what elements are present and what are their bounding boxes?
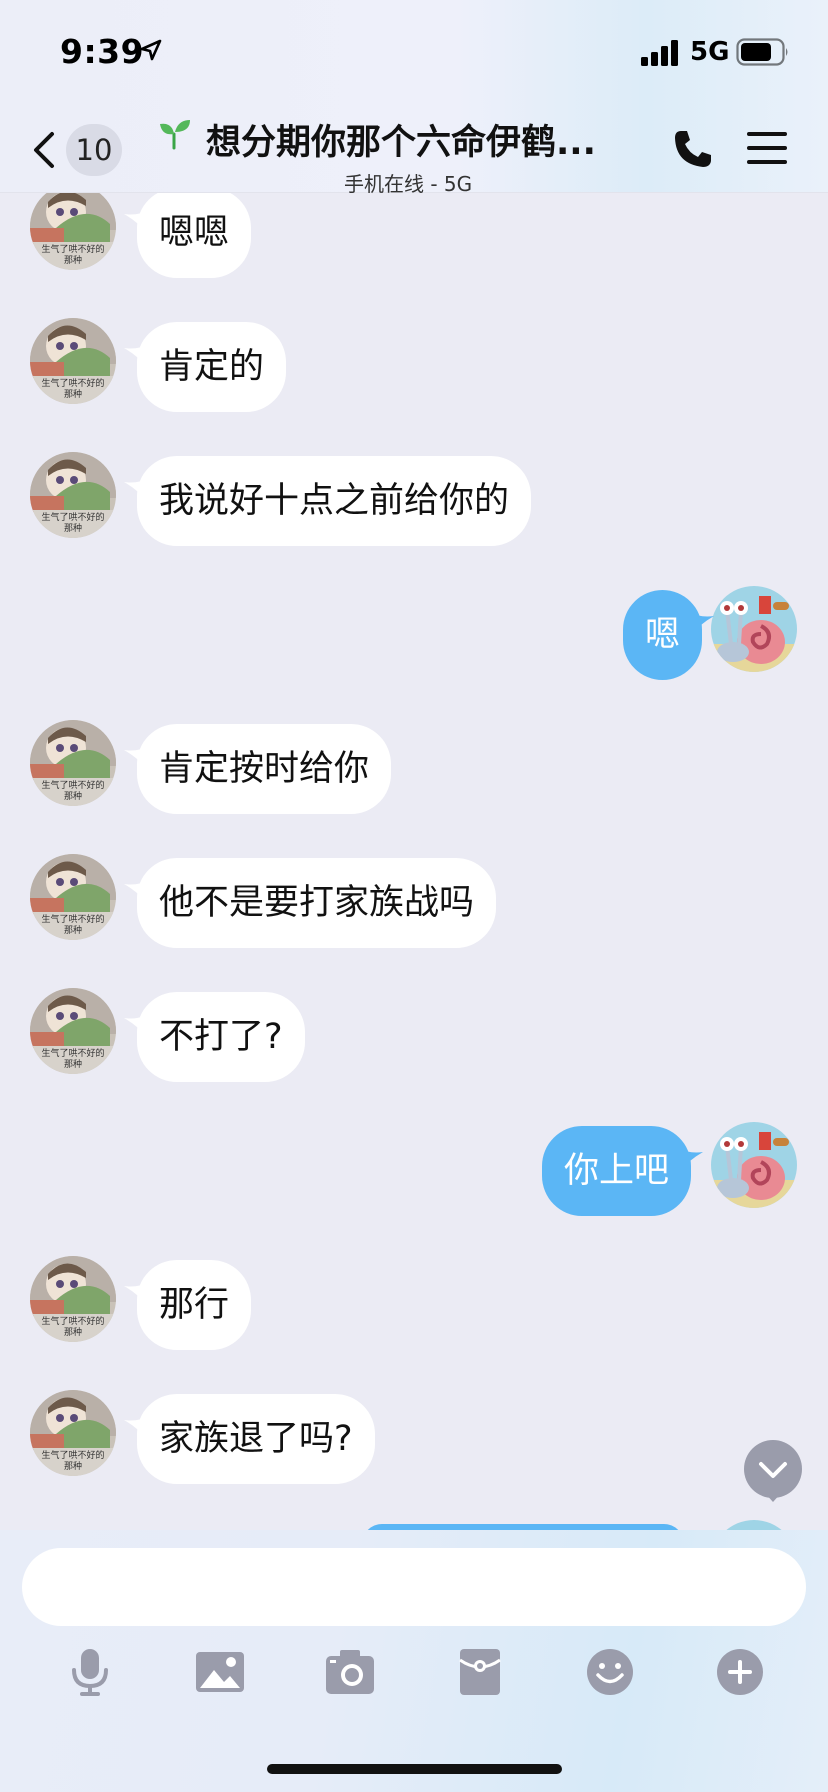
message-row: 嗯 bbox=[0, 586, 828, 682]
message-bubble[interactable]: 肯定按时给你 bbox=[137, 724, 392, 814]
message-row: 生气了哄不好的 那种 我说好十点之前给你的 bbox=[0, 452, 828, 548]
message-row: 生气了哄不好的 那种 他不是要打家族战吗 bbox=[0, 854, 828, 950]
bubble-tail bbox=[690, 612, 714, 636]
svg-text:那种: 那种 bbox=[64, 522, 82, 534]
chat-nav-bar: 10 想分期你那个六命伊鹤... 手机在线 - 5G bbox=[0, 100, 828, 196]
svg-text:那种: 那种 bbox=[64, 388, 82, 400]
svg-text:生气了哄不好的: 生气了哄不好的 bbox=[41, 779, 104, 791]
scroll-button-tail bbox=[764, 1492, 782, 1502]
location-arrow-icon bbox=[140, 39, 162, 61]
plus-icon[interactable] bbox=[714, 1646, 766, 1698]
message-bubble[interactable]: 肯定的 bbox=[137, 322, 287, 412]
network-type: 5G bbox=[690, 37, 730, 67]
svg-text:生气了哄不好的: 生气了哄不好的 bbox=[41, 511, 104, 523]
status-time: 9:39 bbox=[60, 32, 145, 71]
message-row: 生气了哄不好的 那种 嗯嗯 bbox=[0, 184, 828, 280]
message-row: 生气了哄不好的 那种 家族退了吗? bbox=[0, 1390, 828, 1486]
message-row: 生气了哄不好的 那种 肯定按时给你 bbox=[0, 720, 828, 816]
cellular-signal-icon bbox=[641, 40, 678, 66]
sprout-icon bbox=[160, 120, 190, 150]
message-bubble[interactable]: 家族退了吗? bbox=[137, 1394, 375, 1484]
svg-text:生气了哄不好的: 生气了哄不好的 bbox=[41, 1315, 104, 1327]
composer bbox=[0, 1530, 828, 1792]
chat-title-area[interactable]: 想分期你那个六命伊鹤... 手机在线 - 5G bbox=[158, 114, 658, 196]
message-row: 生气了哄不好的 那种 不打了? bbox=[0, 988, 828, 1084]
menu-icon[interactable] bbox=[745, 128, 789, 168]
phone-icon[interactable] bbox=[672, 128, 714, 170]
emoji-icon[interactable] bbox=[584, 1646, 636, 1698]
top-bar: 9:39 5G 10 想分期你那个六命伊鹤... 手机在线 - 5G bbox=[0, 0, 828, 196]
message-row: 生气了哄不好的 那种 那行 bbox=[0, 1256, 828, 1352]
battery-icon bbox=[736, 38, 788, 66]
image-icon[interactable] bbox=[194, 1646, 246, 1698]
my-avatar[interactable] bbox=[711, 586, 797, 672]
message-bubble[interactable]: 嗯嗯 bbox=[137, 188, 252, 278]
status-bar: 9:39 5G bbox=[0, 0, 828, 100]
contact-avatar[interactable]: 生气了哄不好的 那种 bbox=[30, 452, 116, 538]
back-button[interactable]: 10 bbox=[30, 124, 122, 176]
message-bubble[interactable]: 不打了? bbox=[137, 992, 305, 1082]
svg-text:那种: 那种 bbox=[64, 924, 82, 936]
message-bubble[interactable]: 我说好十点之前给你的 bbox=[137, 456, 532, 546]
my-avatar[interactable] bbox=[711, 1122, 797, 1208]
message-bubble[interactable]: 那行 bbox=[137, 1260, 252, 1350]
svg-text:生气了哄不好的: 生气了哄不好的 bbox=[41, 1449, 104, 1461]
svg-text:那种: 那种 bbox=[64, 1326, 82, 1338]
chevron-down-icon bbox=[759, 1462, 787, 1478]
contact-avatar[interactable]: 生气了哄不好的 那种 bbox=[30, 1390, 116, 1476]
svg-text:生气了哄不好的: 生气了哄不好的 bbox=[41, 377, 104, 389]
svg-text:生气了哄不好的: 生气了哄不好的 bbox=[41, 243, 104, 255]
contact-avatar[interactable]: 生气了哄不好的 那种 bbox=[30, 1256, 116, 1342]
unread-count-badge: 10 bbox=[66, 124, 122, 176]
contact-avatar[interactable]: 生气了哄不好的 那种 bbox=[30, 988, 116, 1074]
microphone-icon[interactable] bbox=[64, 1646, 116, 1698]
svg-text:那种: 那种 bbox=[64, 254, 82, 266]
svg-text:那种: 那种 bbox=[64, 790, 82, 802]
red-packet-icon[interactable] bbox=[454, 1646, 506, 1698]
chevron-left-icon bbox=[34, 132, 54, 168]
contact-avatar[interactable]: 生气了哄不好的 那种 bbox=[30, 318, 116, 404]
contact-avatar[interactable]: 生气了哄不好的 那种 bbox=[30, 854, 116, 940]
camera-icon[interactable] bbox=[324, 1646, 376, 1698]
contact-avatar[interactable]: 生气了哄不好的 那种 bbox=[30, 184, 116, 270]
scroll-to-bottom-button[interactable] bbox=[744, 1440, 802, 1502]
svg-text:生气了哄不好的: 生气了哄不好的 bbox=[41, 913, 104, 925]
message-input[interactable] bbox=[22, 1548, 806, 1626]
bubble-tail bbox=[679, 1148, 703, 1172]
svg-text:那种: 那种 bbox=[64, 1460, 82, 1472]
message-bubble[interactable]: 他不是要打家族战吗 bbox=[137, 858, 497, 948]
contact-status: 手机在线 - 5G bbox=[344, 172, 473, 196]
message-row: 你上吧 bbox=[0, 1122, 828, 1218]
home-indicator bbox=[267, 1764, 562, 1774]
svg-text:生气了哄不好的: 生气了哄不好的 bbox=[41, 1047, 104, 1059]
message-list[interactable]: 生气了哄不好的 那种 嗯嗯 生气了哄不好的 那种 肯定的 生气了哄不好的 那种 … bbox=[0, 0, 828, 1530]
chat-title: 想分期你那个六命伊鹤... bbox=[206, 123, 596, 163]
contact-avatar[interactable]: 生气了哄不好的 那种 bbox=[30, 720, 116, 806]
svg-text:那种: 那种 bbox=[64, 1058, 82, 1070]
message-row: 生气了哄不好的 那种 肯定的 bbox=[0, 318, 828, 414]
message-bubble[interactable]: 你上吧 bbox=[541, 1126, 691, 1216]
my-avatar-partial bbox=[711, 1520, 797, 1530]
